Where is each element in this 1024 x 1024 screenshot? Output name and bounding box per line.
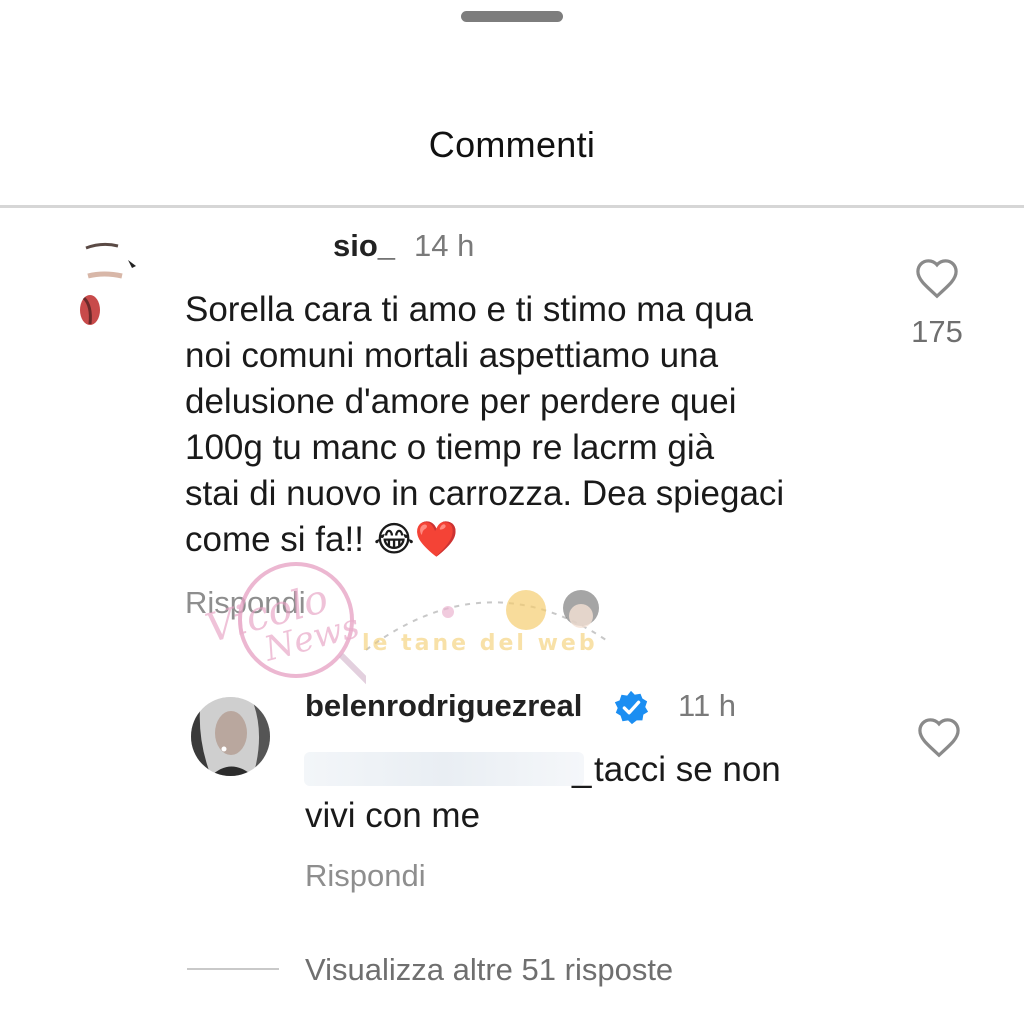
watermark-logo-right: le tane del web [362, 590, 607, 656]
svg-text:le tane del web: le tane del web [362, 631, 598, 656]
comment-line: delusione d'amore per perdere quei [185, 382, 737, 421]
comment-username-redacted [184, 228, 304, 264]
mention-tail: _ [572, 750, 592, 789]
reply-text-first: tacci se non [594, 750, 781, 789]
avatar[interactable] [56, 226, 166, 336]
view-replies-divider [187, 968, 279, 970]
sheet-title: Commenti [428, 124, 596, 165]
heart-icon[interactable] [914, 257, 960, 299]
reply-timestamp: 11 h [678, 688, 737, 723]
comment-text: Sorella cara ti amo e ti stimo ma qua no… [185, 287, 885, 563]
comment-line: noi comuni mortali aspettiamo una [185, 336, 719, 375]
reply-username[interactable]: belenrodriguezreal [305, 688, 582, 724]
header-divider [0, 205, 1024, 208]
comment-line: come si fa!! 😂❤️ [185, 520, 459, 559]
drag-handle[interactable] [461, 11, 563, 22]
reply-avatar[interactable] [191, 697, 270, 776]
reply-button[interactable]: Rispondi [305, 858, 426, 894]
reply-text-second: vivi con me [305, 796, 481, 835]
mention-redacted[interactable] [304, 752, 584, 786]
comment-line: Sorella cara ti amo e ti stimo ma qua [185, 290, 754, 329]
comment-line: 100g tu manc o tiemp re lacrm già [185, 428, 715, 467]
like-count: 175 [911, 314, 963, 349]
heart-icon[interactable] [916, 716, 962, 758]
verified-badge-icon [614, 690, 649, 725]
watermark-logo-left: Vicolo News [201, 562, 366, 685]
comment-line: stai di nuovo in carrozza. Dea spiegaci [185, 474, 785, 513]
comments-sheet: Commenti sio_ 14 h Sorella cara ti amo e… [0, 0, 1024, 1024]
comment-timestamp: 14 h [414, 228, 475, 263]
comment-username[interactable]: sio_ [333, 228, 395, 264]
view-more-replies-button[interactable]: Visualizza altre 51 risposte [305, 952, 673, 988]
